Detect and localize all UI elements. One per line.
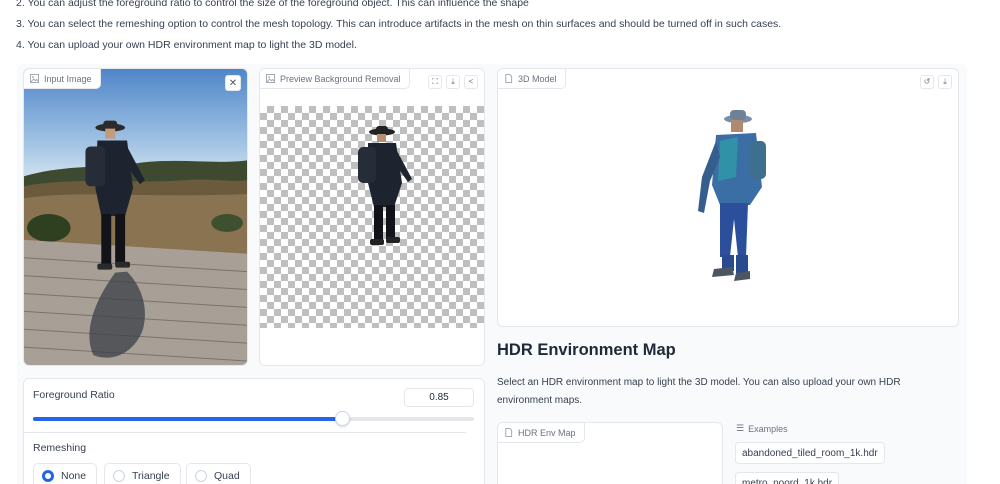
instruction-line: 2. You can adjust the foreground ratio t… xyxy=(16,0,529,9)
share-icon: < xyxy=(468,77,474,86)
download-button[interactable]: ⤓ xyxy=(938,75,952,89)
foreground-ratio-label: Foreground Ratio xyxy=(33,389,115,401)
input-photo xyxy=(24,69,247,365)
radio-dot xyxy=(195,470,207,482)
download-button[interactable]: ⤓ xyxy=(446,75,460,89)
download-icon: ⤓ xyxy=(451,77,455,86)
hdr-upload-label: HDR Env Map xyxy=(498,423,585,443)
fullscreen-button[interactable]: ⛶ xyxy=(428,75,442,89)
divider xyxy=(24,432,466,433)
preview-label: Preview Background Removal xyxy=(260,69,410,89)
examples-label-text: Examples xyxy=(748,423,788,434)
radio-label: Triangle xyxy=(132,470,170,482)
file-icon xyxy=(505,74,513,83)
instruction-line: 4. You can upload your own HDR environme… xyxy=(16,39,357,51)
image-icon xyxy=(266,74,275,83)
preview-block: Preview Background Removal ⛶ ⤓ < xyxy=(259,68,485,366)
hdr-upload-label-text: HDR Env Map xyxy=(518,427,576,438)
model3d-block[interactable]: 3D Model ↺ ⤓ xyxy=(497,68,959,327)
hdr-description: Select an HDR environment map to light t… xyxy=(497,377,901,406)
preview-label-text: Preview Background Removal xyxy=(280,73,401,84)
foreground-ratio-slider[interactable] xyxy=(33,411,474,426)
file-icon xyxy=(505,428,513,437)
image-icon xyxy=(30,74,39,83)
example-hdr-button[interactable]: metro_noord_1k.hdr xyxy=(735,472,840,484)
fullscreen-icon: ⛶ xyxy=(432,77,438,86)
input-image-label-text: Input Image xyxy=(44,73,92,84)
input-image-block[interactable]: Input Image ✕ xyxy=(23,68,248,366)
foreground-ratio-input[interactable]: 0.85 xyxy=(404,388,474,407)
remesh-option-triangle[interactable]: Triangle xyxy=(104,463,181,484)
undo-icon: ↺ xyxy=(923,77,931,86)
remeshing-label: Remeshing xyxy=(33,442,87,454)
share-button[interactable]: < xyxy=(464,75,478,89)
radio-dot xyxy=(42,470,54,482)
clear-image-button[interactable]: ✕ xyxy=(225,75,241,91)
example-hdr-button[interactable]: abandoned_tiled_room_1k.hdr xyxy=(735,442,885,464)
examples-label: ☰ Examples xyxy=(736,423,788,434)
cutout-figure xyxy=(358,126,412,245)
remesh-option-quad[interactable]: Quad xyxy=(186,463,251,484)
instruction-line: 3. You can select the remeshing option t… xyxy=(16,18,782,30)
radio-label: Quad xyxy=(214,470,240,482)
list-icon: ☰ xyxy=(736,423,745,433)
radio-label: None xyxy=(61,470,87,482)
instructions: 2. You can adjust the foreground ratio t… xyxy=(16,0,986,56)
model3d-label-text: 3D Model xyxy=(518,73,557,84)
download-icon: ⤓ xyxy=(943,77,947,86)
slider-fill xyxy=(33,417,342,421)
input-image-label: Input Image xyxy=(24,69,101,89)
radio-dot xyxy=(113,470,125,482)
model3d-label: 3D Model xyxy=(498,69,566,89)
undo-button[interactable]: ↺ xyxy=(920,75,934,89)
slider-thumb[interactable] xyxy=(334,411,350,426)
close-icon: ✕ xyxy=(228,77,238,89)
3d-model-render xyxy=(698,110,766,281)
hdr-upload-block[interactable]: HDR Env Map xyxy=(497,422,723,484)
remesh-option-none[interactable]: None xyxy=(33,463,98,484)
hdr-section-title: HDR Environment Map xyxy=(497,341,676,359)
